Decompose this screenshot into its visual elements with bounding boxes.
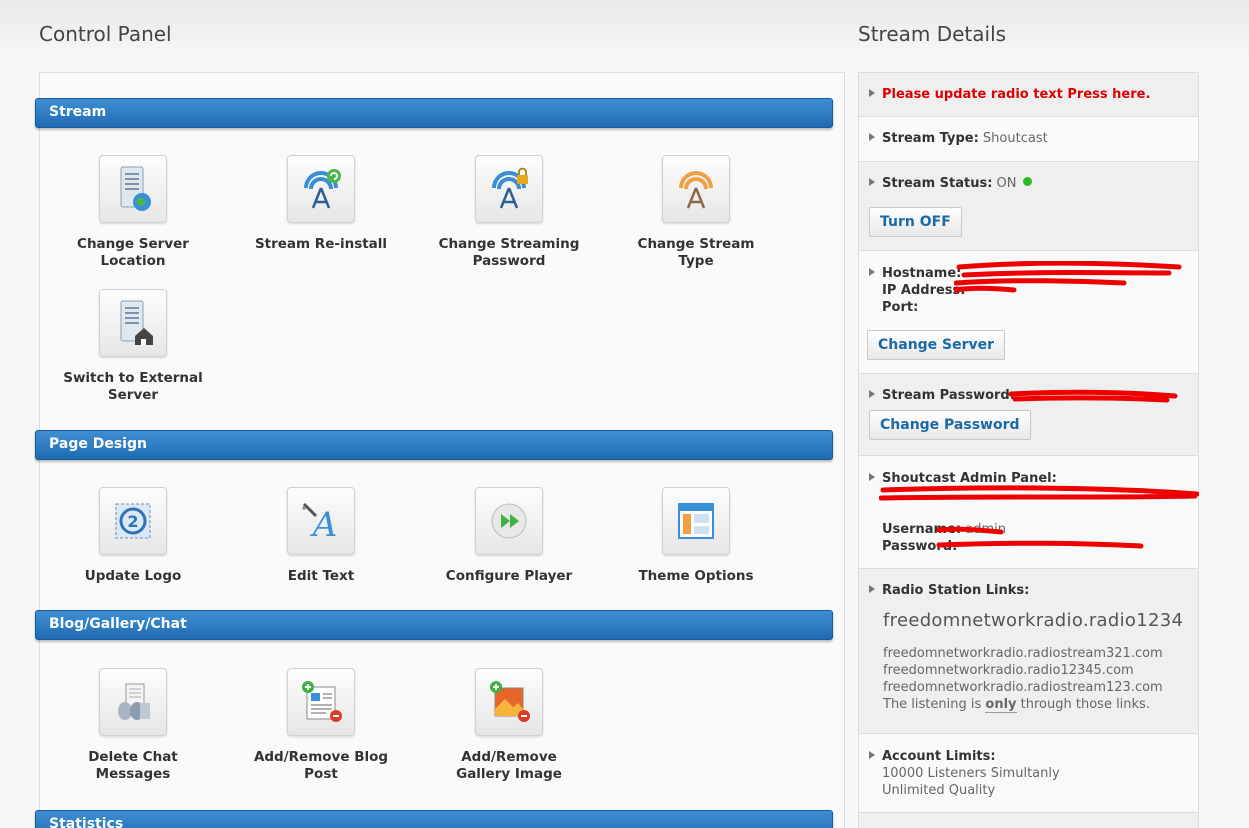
update-notice-row[interactable]: Please update radio text Press here. xyxy=(859,73,1198,117)
tile-label: Delete Chat Messages xyxy=(88,749,178,782)
change-streaming-password-tile[interactable]: Change Streaming Password xyxy=(434,155,584,270)
server-info-row: Hostname: IP Address: Port: Change Serve… xyxy=(859,251,1198,374)
tile-label: Theme Options xyxy=(638,568,754,584)
stream-password-row: Stream Password: Change Password xyxy=(859,374,1198,456)
stream-details-panel: Please update radio text Press here. Str… xyxy=(858,72,1199,828)
tile-label: Change Streaming Password xyxy=(438,236,580,269)
tile-label: Add/Remove Gallery Image xyxy=(456,749,562,782)
configure-player-tile[interactable]: Configure Player xyxy=(434,487,584,585)
edit-text-icon: A xyxy=(287,487,355,555)
svg-text:2: 2 xyxy=(127,512,138,531)
listening-note: The listening is only through those link… xyxy=(883,697,1150,713)
hostname-label: Hostname: xyxy=(882,266,962,281)
blog-post-icon xyxy=(287,668,355,736)
tile-label: Add/Remove Blog Post xyxy=(253,749,389,782)
username-value: admin xyxy=(965,522,1006,537)
tile-label: Change Server Location xyxy=(77,236,189,269)
antenna-orange-icon xyxy=(662,155,730,223)
chat-delete-icon xyxy=(99,668,167,736)
section-stream: Stream xyxy=(35,98,833,128)
radio-links-label: Radio Station Links: xyxy=(882,583,1030,598)
theme-options-tile[interactable]: Theme Options xyxy=(621,487,771,585)
antenna-refresh-icon xyxy=(287,155,355,223)
radio-link[interactable]: freedomnetworkradio.radiostream123.com xyxy=(883,679,1198,696)
username-label: Username: xyxy=(882,522,962,537)
svg-text:A: A xyxy=(310,505,338,544)
stream-type-value: Shoutcast xyxy=(982,131,1048,146)
account-limits-row: Account Limits: 10000 Listeners Simultan… xyxy=(859,734,1198,813)
stream-details-title: Stream Details xyxy=(858,22,1007,46)
switch-external-server-tile[interactable]: Switch to External Server xyxy=(58,289,208,404)
bullet-icon xyxy=(869,585,875,593)
tile-label: Switch to External Server xyxy=(63,370,203,403)
gallery-image-icon xyxy=(475,668,543,736)
change-stream-type-tile[interactable]: Change Stream Type xyxy=(621,155,771,270)
stream-status-row: Stream Status: ON Turn OFF xyxy=(859,162,1198,251)
next-row xyxy=(859,813,1198,828)
section-blog-gallery-chat: Blog/Gallery/Chat xyxy=(35,610,833,640)
section-page-design: Page Design xyxy=(35,430,833,460)
stream-status-label: Stream Status: xyxy=(882,176,993,191)
bullet-icon xyxy=(869,751,875,759)
stream-reinstall-tile[interactable]: Stream Re-install xyxy=(246,155,396,253)
logo-icon: 2 xyxy=(99,487,167,555)
stream-status-value: ON xyxy=(996,176,1017,191)
bullet-icon xyxy=(869,133,875,141)
change-server-location-tile[interactable]: Change Server Location xyxy=(58,155,208,270)
control-panel-title: Control Panel xyxy=(39,22,172,46)
add-remove-blog-post-tile[interactable]: Add/Remove Blog Post xyxy=(246,668,396,783)
section-statistics: Statistics xyxy=(35,810,833,828)
tile-label: Configure Player xyxy=(445,568,573,584)
bullet-icon xyxy=(869,89,875,97)
tile-label: Change Stream Type xyxy=(637,236,755,269)
change-server-button[interactable]: Change Server xyxy=(867,330,1006,360)
ip-address-label: IP Address: xyxy=(882,283,966,298)
bullet-icon xyxy=(869,390,875,398)
update-notice-link[interactable]: Please update radio text Press here. xyxy=(882,87,1150,102)
change-password-button[interactable]: Change Password xyxy=(869,410,1031,440)
stream-type-label: Stream Type: xyxy=(882,131,979,146)
play-icon xyxy=(475,487,543,555)
limit-quality: Unlimited Quality xyxy=(882,783,996,798)
tile-label: Stream Re-install xyxy=(254,236,388,252)
admin-panel-label: Shoutcast Admin Panel: xyxy=(882,471,1057,486)
password-label: Password: xyxy=(882,539,958,554)
stream-password-label: Stream Password: xyxy=(882,388,1015,403)
bullet-icon xyxy=(869,178,875,186)
admin-panel-row: Shoutcast Admin Panel: Username: admin P… xyxy=(859,456,1199,569)
redaction-scribble xyxy=(1008,389,1178,403)
turn-off-button[interactable]: Turn OFF xyxy=(869,207,962,237)
status-indicator-icon xyxy=(1022,177,1032,186)
radio-link[interactable]: freedomnetworkradio.radiostream321.com xyxy=(883,645,1198,662)
server-home-icon xyxy=(99,289,167,357)
radio-link[interactable]: freedomnetworkradio.radio12345.com xyxy=(883,662,1198,679)
update-logo-tile[interactable]: 2 Update Logo xyxy=(58,487,208,585)
antenna-lock-icon xyxy=(475,155,543,223)
account-limits-label: Account Limits: xyxy=(882,749,996,764)
radio-link-list: freedomnetworkradio.radiostream321.com f… xyxy=(869,645,1198,713)
add-remove-gallery-image-tile[interactable]: Add/Remove Gallery Image xyxy=(434,668,584,783)
stream-type-row: Stream Type: Shoutcast xyxy=(859,117,1198,162)
limit-listeners: 10000 Listeners Simultanly xyxy=(882,766,1060,781)
primary-radio-link[interactable]: freedomnetworkradio.radio1234 xyxy=(869,610,1198,631)
radio-links-row: Radio Station Links: freedomnetworkradio… xyxy=(859,569,1198,734)
server-globe-icon xyxy=(99,155,167,223)
bullet-icon xyxy=(869,473,875,481)
edit-text-tile[interactable]: A Edit Text xyxy=(246,487,396,585)
delete-chat-messages-tile[interactable]: Delete Chat Messages xyxy=(58,668,208,783)
bullet-icon xyxy=(869,268,875,276)
port-label: Port: xyxy=(882,300,919,315)
layout-icon xyxy=(662,487,730,555)
tile-label: Edit Text xyxy=(287,568,355,584)
tile-label: Update Logo xyxy=(84,568,182,584)
